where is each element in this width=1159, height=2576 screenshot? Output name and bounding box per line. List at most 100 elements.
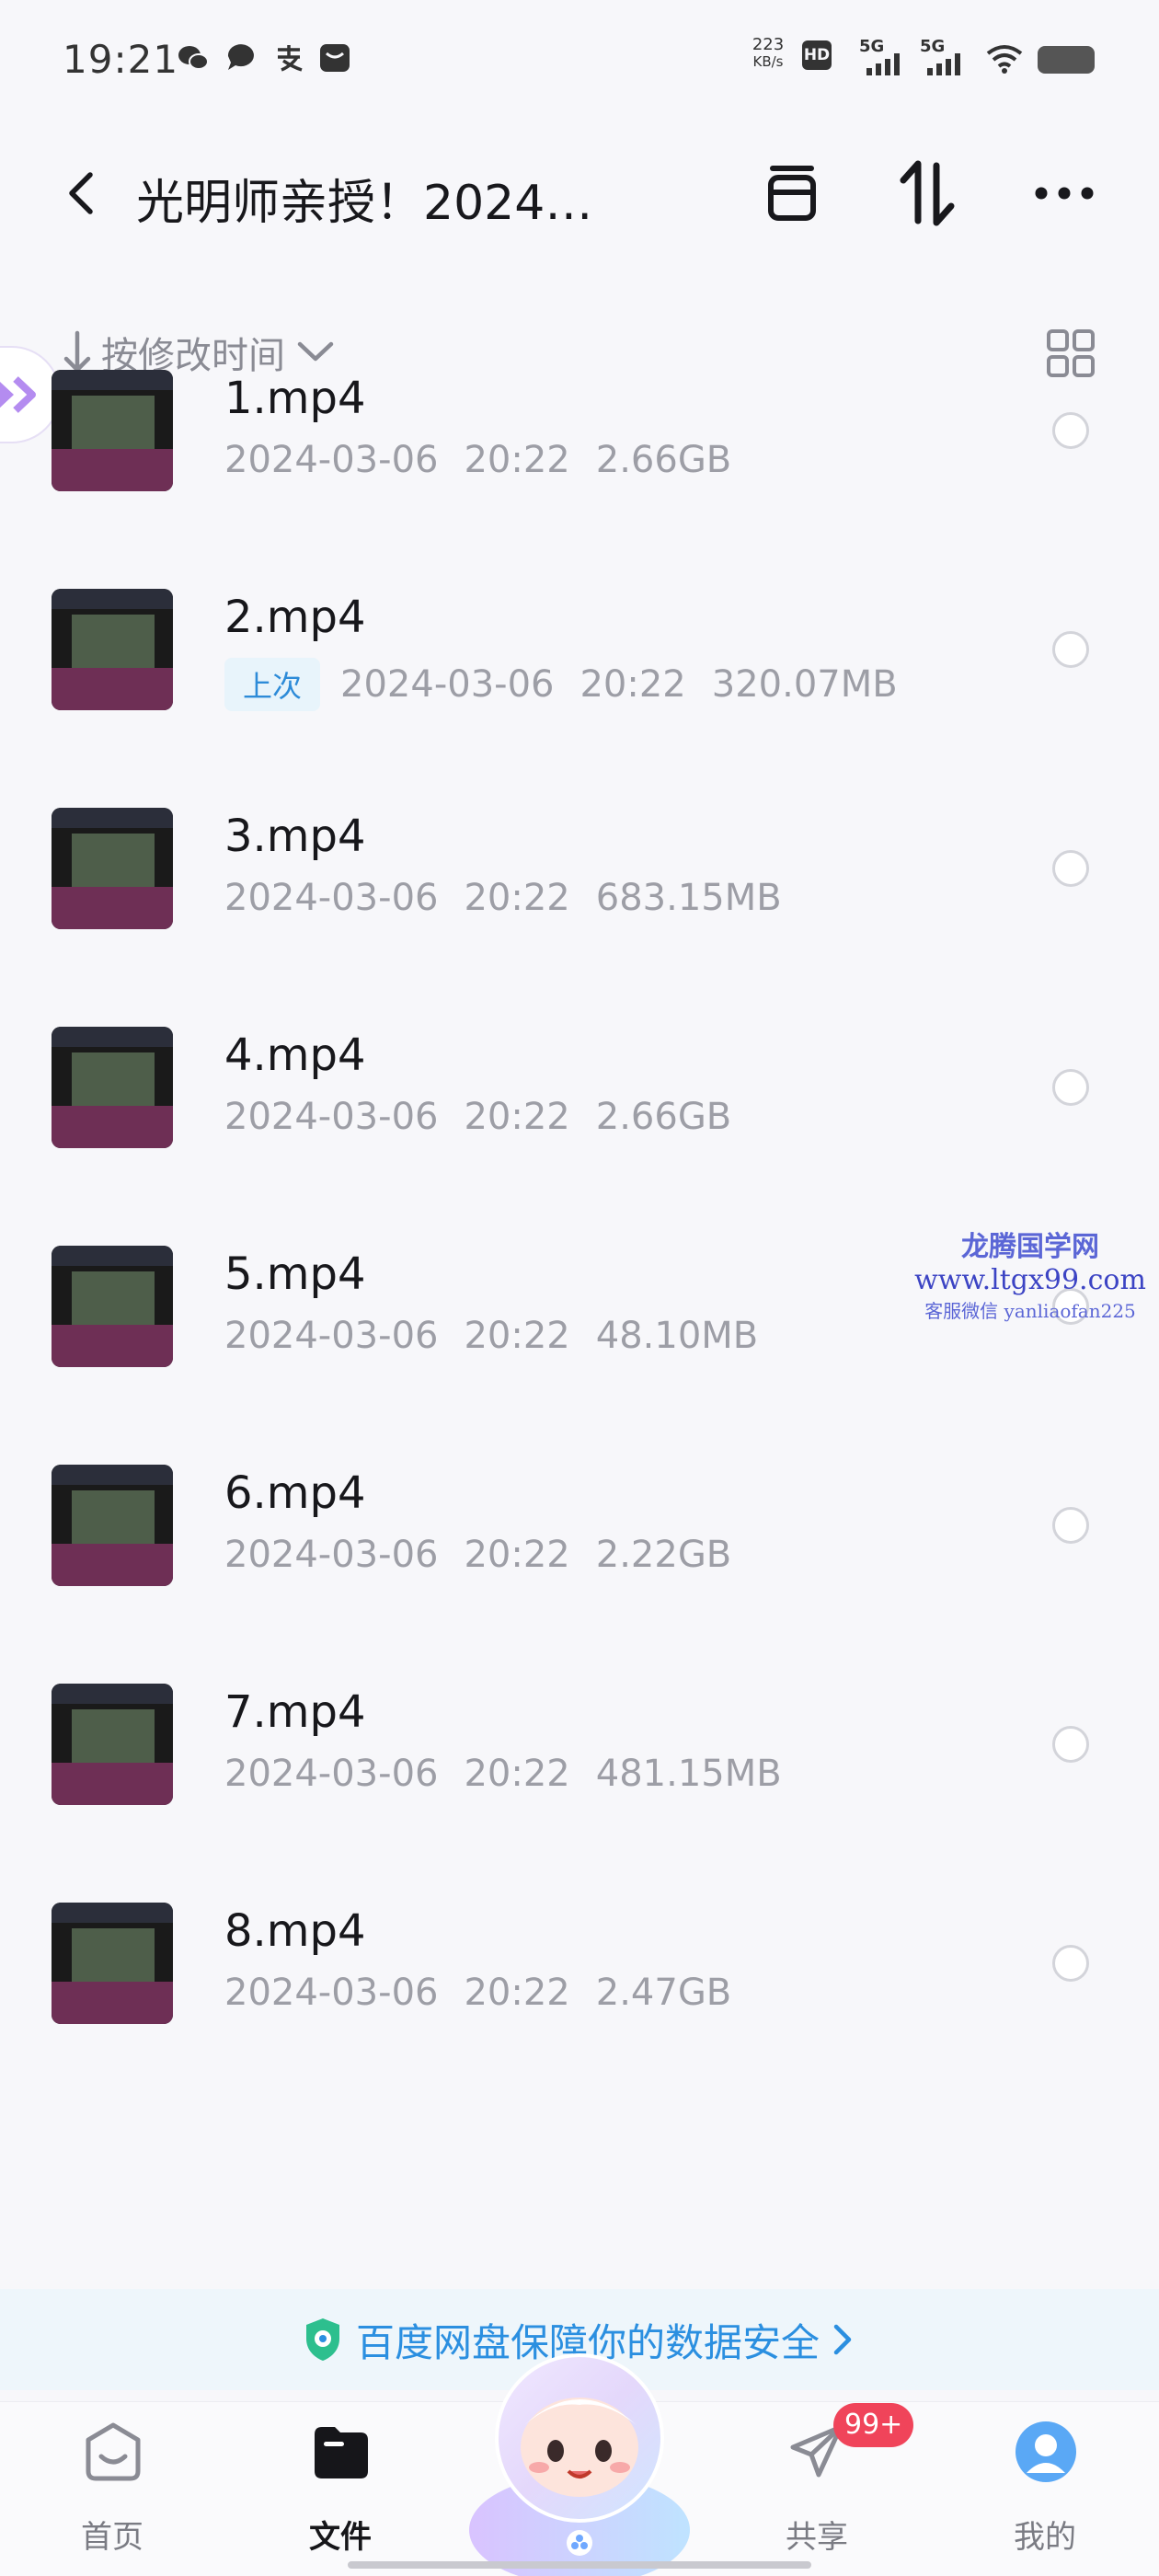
file-row[interactable]: 3.mp4 2024-03-06 20:22 683.15MB — [0, 759, 1159, 978]
file-name: 1.mp4 — [224, 373, 366, 424]
last-viewed-badge: 上次 — [224, 658, 321, 711]
video-thumbnail — [52, 1465, 173, 1586]
net-speed-value: 223 — [752, 35, 785, 54]
file-row[interactable]: 4.mp4 2024-03-06 20:22 2.66GB — [0, 978, 1159, 1197]
select-radio[interactable] — [1052, 1945, 1089, 1982]
select-radio[interactable] — [1052, 1069, 1089, 1106]
video-thumbnail — [52, 1684, 173, 1805]
watermark-title: 龙腾国学网 — [961, 1231, 1099, 1263]
tab-home-label: 首页 — [81, 2519, 143, 2556]
file-row[interactable]: 2.mp4 上次 2024-03-06 20:22 320.07MB — [0, 540, 1159, 759]
archive-button[interactable] — [751, 156, 833, 230]
message-icon — [227, 44, 254, 70]
file-meta: 2024-03-06 20:22 2.47GB — [224, 1972, 757, 2014]
more-icon — [1035, 187, 1094, 200]
folder-icon — [315, 2427, 368, 2478]
video-thumbnail — [52, 370, 173, 491]
tab-share-label: 共享 — [786, 2519, 848, 2556]
shield-icon — [305, 2318, 339, 2361]
file-date: 2024-03-06 — [224, 1096, 439, 1138]
select-radio[interactable] — [1052, 631, 1089, 668]
tab-home[interactable]: 首页 — [48, 2420, 177, 2567]
file-meta: 2024-03-06 20:22 481.15MB — [224, 1753, 808, 1795]
tab-mine-label: 我的 — [1014, 2519, 1076, 2556]
file-time: 20:22 — [464, 1096, 570, 1138]
file-row[interactable]: 8.mp4 2024-03-06 20:22 2.47GB — [0, 1854, 1159, 2073]
back-button[interactable] — [55, 166, 110, 221]
signal-icon-2 — [927, 53, 960, 75]
tab-mine[interactable]: 我的 — [981, 2420, 1109, 2567]
wifi-icon — [986, 45, 1023, 74]
wechat-icon — [178, 46, 209, 70]
file-meta: 2024-03-06 20:22 2.66GB — [224, 1096, 757, 1138]
video-thumbnail — [52, 1903, 173, 2024]
notification-icon — [320, 44, 350, 72]
transfer-button[interactable] — [887, 156, 970, 230]
chevron-right-icon — [833, 2324, 852, 2355]
file-date: 2024-03-06 — [224, 877, 439, 919]
file-meta: 2024-03-06 20:22 2.66GB — [224, 439, 757, 481]
watermark-contact: 客服微信 yanliaofan225 — [924, 1300, 1136, 1322]
file-time: 20:22 — [464, 1534, 570, 1576]
file-date: 2024-03-06 — [224, 439, 439, 481]
archive-icon — [768, 166, 816, 221]
file-time: 20:22 — [464, 1753, 570, 1795]
home-indicator — [348, 2561, 811, 2569]
file-size: 48.10MB — [595, 1315, 759, 1357]
file-row[interactable]: 6.mp4 2024-03-06 20:22 2.22GB — [0, 1416, 1159, 1635]
file-time: 20:22 — [580, 663, 686, 706]
select-radio[interactable] — [1052, 1726, 1089, 1763]
tab-files-label: 文件 — [309, 2519, 372, 2556]
file-row[interactable]: 7.mp4 2024-03-06 20:22 481.15MB — [0, 1635, 1159, 1854]
video-thumbnail — [52, 589, 173, 710]
file-name: 7.mp4 — [224, 1686, 366, 1738]
select-radio[interactable] — [1052, 850, 1089, 887]
file-time: 20:22 — [464, 439, 570, 481]
file-size: 2.22GB — [595, 1534, 732, 1576]
video-thumbnail — [52, 808, 173, 929]
select-radio[interactable] — [1052, 1507, 1089, 1544]
file-size: 2.66GB — [595, 439, 732, 481]
signal-icon-1 — [866, 53, 900, 75]
video-thumbnail — [52, 1027, 173, 1148]
file-size: 2.66GB — [595, 1096, 732, 1138]
file-date: 2024-03-06 — [224, 1972, 439, 2014]
file-name: 8.mp4 — [224, 1905, 366, 1957]
avatar-icon — [1016, 2421, 1076, 2482]
file-meta: 2024-03-06 20:22 683.15MB — [224, 877, 808, 919]
share-badge: 99+ — [833, 2403, 914, 2447]
assistant-mascot-icon[interactable] — [460, 2337, 699, 2576]
video-thumbnail — [52, 1246, 173, 1367]
status-bar: 19:21 223 KB/s HD 5G 5G — [0, 0, 1159, 129]
select-radio[interactable] — [1052, 412, 1089, 449]
file-date: 2024-03-06 — [224, 1315, 439, 1357]
file-row[interactable]: 1.mp4 2024-03-06 20:22 2.66GB — [0, 321, 1159, 540]
watermark-url: www.ltgx99.com — [914, 1264, 1146, 1296]
net-speed-unit: KB/s — [752, 53, 784, 70]
net-speed: 223 KB/s — [747, 35, 789, 71]
hd-icon: HD — [802, 40, 832, 70]
file-size: 683.15MB — [595, 877, 782, 919]
page-title: 光明师亲授！2024… — [136, 176, 593, 231]
file-time: 20:22 — [464, 877, 570, 919]
file-time: 20:22 — [464, 1972, 570, 2014]
file-meta: 2024-03-06 20:22 48.10MB — [224, 1315, 784, 1357]
file-name: 6.mp4 — [224, 1467, 366, 1519]
file-name: 2.mp4 — [224, 592, 366, 643]
battery-icon — [1038, 46, 1095, 74]
file-date: 2024-03-06 — [340, 663, 555, 706]
tab-files[interactable]: 文件 — [276, 2420, 405, 2567]
home-icon — [86, 2422, 141, 2481]
alipay-icon — [278, 45, 303, 72]
file-name: 3.mp4 — [224, 811, 366, 862]
file-meta: 上次 2024-03-06 20:22 320.07MB — [224, 658, 924, 711]
file-name: 4.mp4 — [224, 1029, 366, 1081]
file-name: 5.mp4 — [224, 1248, 366, 1300]
status-time: 19:21 — [63, 37, 179, 82]
file-time: 20:22 — [464, 1315, 570, 1357]
transfer-icon — [900, 160, 955, 226]
more-button[interactable] — [1023, 156, 1106, 230]
file-size: 320.07MB — [711, 663, 898, 706]
file-meta: 2024-03-06 20:22 2.22GB — [224, 1534, 757, 1576]
watermark: 龙腾国学网 www.ltgx99.com 客服微信 yanliaofan225 — [901, 1224, 1159, 1323]
